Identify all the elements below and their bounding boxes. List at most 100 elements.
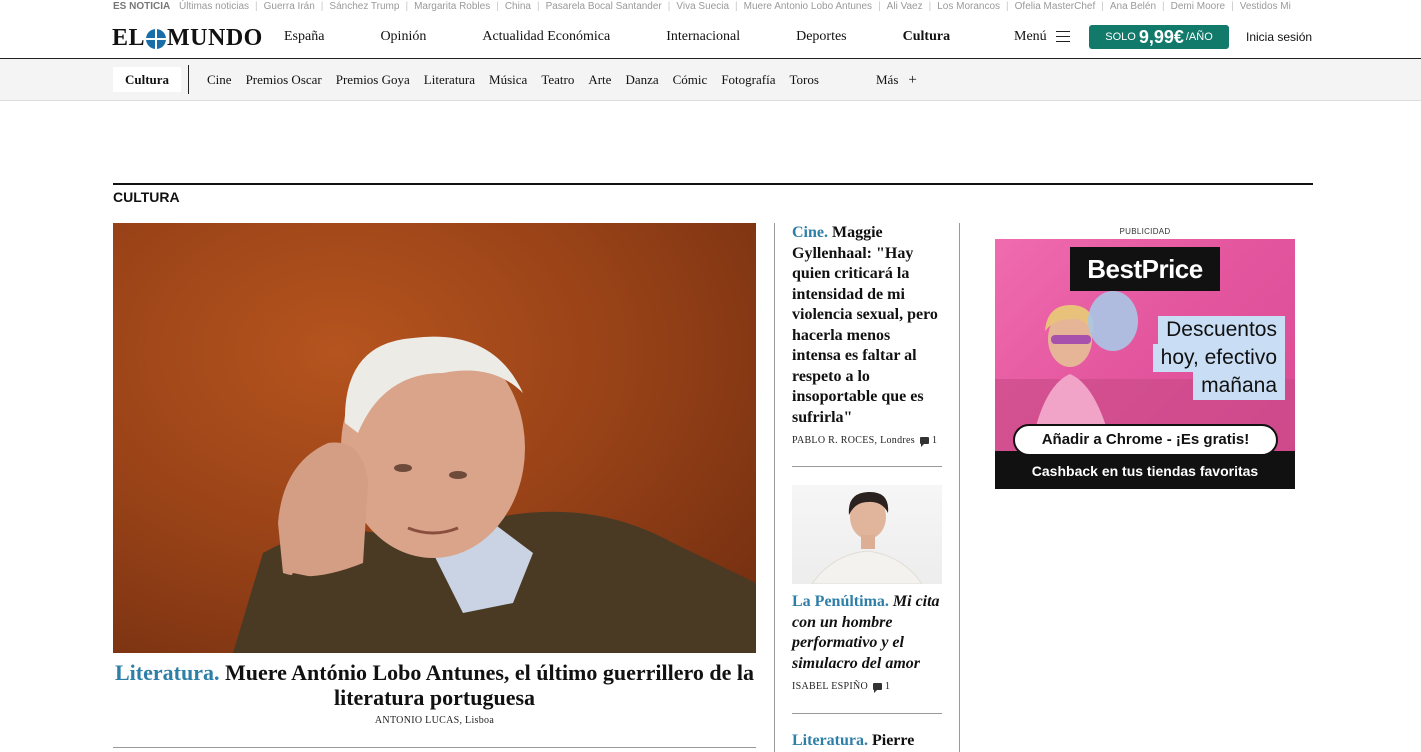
article-cine-headline[interactable]: Cine. Maggie Gyllenhaal: "Hay quien crit… <box>792 223 942 428</box>
article-cine-meta: PABLO R. ROCES, Londres 1 <box>792 435 942 447</box>
ad-footer: Cashback en tus tiendas favoritas <box>995 451 1295 489</box>
subnav-item-premios-goya[interactable]: Premios Goya <box>336 72 410 88</box>
article-penultima-meta: ISABEL ESPIÑO 1 <box>792 681 942 693</box>
ticker-separator: | <box>735 1 738 12</box>
article-literatura[interactable]: Literatura. Pierre <box>792 731 942 752</box>
section-rule <box>113 183 1313 185</box>
comment-icon <box>919 437 929 447</box>
article-literatura-headline-text: Pierre <box>871 732 915 749</box>
section-title: CULTURA <box>113 189 180 205</box>
ticker-link[interactable]: Pasarela Bocal Santander <box>546 1 662 12</box>
subnav-item-premios-oscar[interactable]: Premios Oscar <box>246 72 322 88</box>
subnav-item-literatura[interactable]: Literatura <box>424 72 475 88</box>
subnav-item-teatro[interactable]: Teatro <box>541 72 574 88</box>
article-penultima-photo[interactable] <box>792 485 942 584</box>
ticker-link[interactable]: Demi Moore <box>1171 1 1225 12</box>
subnav-item-cine[interactable]: Cine <box>207 72 232 88</box>
subnav-item-música[interactable]: Música <box>489 72 527 88</box>
plus-icon: + <box>908 71 917 88</box>
ticker-link[interactable]: Sánchez Trump <box>329 1 399 12</box>
main-nav: España Opinión Actualidad Económica Inte… <box>284 14 1006 59</box>
portrait-illustration <box>233 336 756 653</box>
article-penultima-byline: ISABEL ESPIÑO <box>792 681 869 692</box>
ticker-separator: | <box>320 1 324 12</box>
ticker-link[interactable]: Ofelia MasterChef <box>1015 1 1096 12</box>
ticker-separator: | <box>1231 1 1234 12</box>
login-link[interactable]: Inicia sesión <box>1246 14 1312 59</box>
article-separator <box>792 713 942 714</box>
ticker-link[interactable]: Guerra Irán <box>264 1 315 12</box>
ticker-link[interactable]: Viva Suecia <box>676 1 729 12</box>
article-penultima-headline[interactable]: La Penúltima. Mi cita con un hombre perf… <box>792 592 942 674</box>
ticker-separator: | <box>496 1 499 12</box>
nav-actualidad-economica[interactable]: Actualidad Económica <box>482 29 610 45</box>
subnav-item-cómic[interactable]: Cómic <box>673 72 708 88</box>
lead-article-photo[interactable] <box>113 223 756 653</box>
lead-kicker: Literatura. <box>115 660 220 685</box>
nav-cultura[interactable]: Cultura <box>903 29 950 45</box>
ticker-link[interactable]: Vestidos Mi <box>1240 1 1291 12</box>
subnav-divider <box>188 65 189 94</box>
ad-brand-logo: BestPrice <box>1070 247 1220 291</box>
menu-button[interactable]: Menú <box>1014 14 1070 59</box>
article-separator <box>792 466 942 467</box>
ticker-separator: | <box>1162 1 1165 12</box>
nav-internacional[interactable]: Internacional <box>666 29 740 45</box>
globe-icon <box>146 28 167 49</box>
article-cine-kicker: Cine. <box>792 224 828 241</box>
lead-headline[interactable]: Literatura. Muere António Lobo Antunes, … <box>113 660 756 710</box>
ticker-link[interactable]: Ana Belén <box>1110 1 1156 12</box>
column-divider-right <box>959 223 960 752</box>
balloon-decoration <box>1088 291 1138 351</box>
promo-price: 9,99€ <box>1138 26 1184 47</box>
subnav-item-arte[interactable]: Arte <box>588 72 611 88</box>
trending-ticker: ES NOTICIA Últimas noticias | Guerra Irán |… <box>113 0 1313 14</box>
ticker-separator: | <box>928 1 932 12</box>
comment-count: 1 <box>885 681 891 692</box>
ticker-link[interactable]: Muere Antonio Lobo Antunes <box>744 1 872 12</box>
lead-byline: ANTONIO LUCAS, Lisboa <box>374 715 495 726</box>
subscription-promo-button[interactable]: SOLO 9,99€ /AÑO <box>1089 25 1229 49</box>
ticker-separator: | <box>255 1 258 12</box>
ad-cta-button[interactable]: Añadir a Chrome - ¡Es gratis! <box>1013 424 1278 456</box>
ad-line-2: hoy, efectivo <box>1152 344 1285 372</box>
article-penultima[interactable]: La Penúltima. Mi cita con un hombre perf… <box>792 592 942 693</box>
ad-label: PUBLICIDAD <box>1119 227 1171 236</box>
article-cine[interactable]: Cine. Maggie Gyllenhaal: "Hay quien crit… <box>792 223 942 447</box>
ticker-link[interactable]: Margarita Robles <box>414 1 490 12</box>
article-literatura-kicker: Literatura. <box>792 732 868 749</box>
lead-divider <box>113 747 756 748</box>
promo-prefix: SOLO <box>1105 31 1136 43</box>
subnav-item-danza[interactable]: Danza <box>625 72 658 88</box>
section-subnav: Cultura Cine Premios Oscar Premios Goya Lit… <box>0 59 1421 101</box>
ticker-label: ES NOTICIA <box>113 1 171 12</box>
subnav-item-fotografía[interactable]: Fotografía <box>721 72 775 88</box>
bestprice-ad-banner[interactable]: BestPrice Descuentos hoy, efectivo mañan… <box>995 239 1295 489</box>
subnav-more-button[interactable]: Más + <box>876 59 917 101</box>
ticker-separator: | <box>1006 1 1009 12</box>
promo-suffix: /AÑO <box>1185 31 1213 43</box>
el-mundo-logo[interactable]: EL MUNDO <box>112 25 263 52</box>
more-label: Más <box>876 72 899 87</box>
comments-link[interactable]: 1 <box>873 681 891 693</box>
article-literatura-headline[interactable]: Literatura. Pierre <box>792 731 942 752</box>
article-penultima-kicker: La Penúltima. <box>792 593 889 610</box>
subnav-section-label[interactable]: Cultura <box>113 67 182 92</box>
ticker-link[interactable]: Ali Vaez <box>887 1 923 12</box>
logo-text-left: EL <box>112 25 146 51</box>
nav-deportes[interactable]: Deportes <box>796 29 847 45</box>
ticker-link[interactable]: Últimas noticias <box>179 1 249 12</box>
comments-link[interactable]: 1 <box>919 435 938 447</box>
nav-espana[interactable]: España <box>284 29 324 45</box>
comment-icon <box>873 683 883 693</box>
comment-count: 1 <box>931 435 938 446</box>
ticker-link[interactable]: China <box>505 1 531 12</box>
nav-opinion[interactable]: Opinión <box>380 29 426 45</box>
site-header: EL MUNDO España Opinión Actualidad Econó… <box>0 14 1421 59</box>
man-portrait-illustration <box>811 491 923 584</box>
ticker-separator: | <box>405 1 409 12</box>
subnav-item-toros[interactable]: Toros <box>789 72 818 88</box>
menu-label: Menú <box>1014 28 1047 44</box>
ad-line-1: Descuentos <box>1158 316 1285 344</box>
ticker-link[interactable]: Los Morancos <box>937 1 1000 12</box>
